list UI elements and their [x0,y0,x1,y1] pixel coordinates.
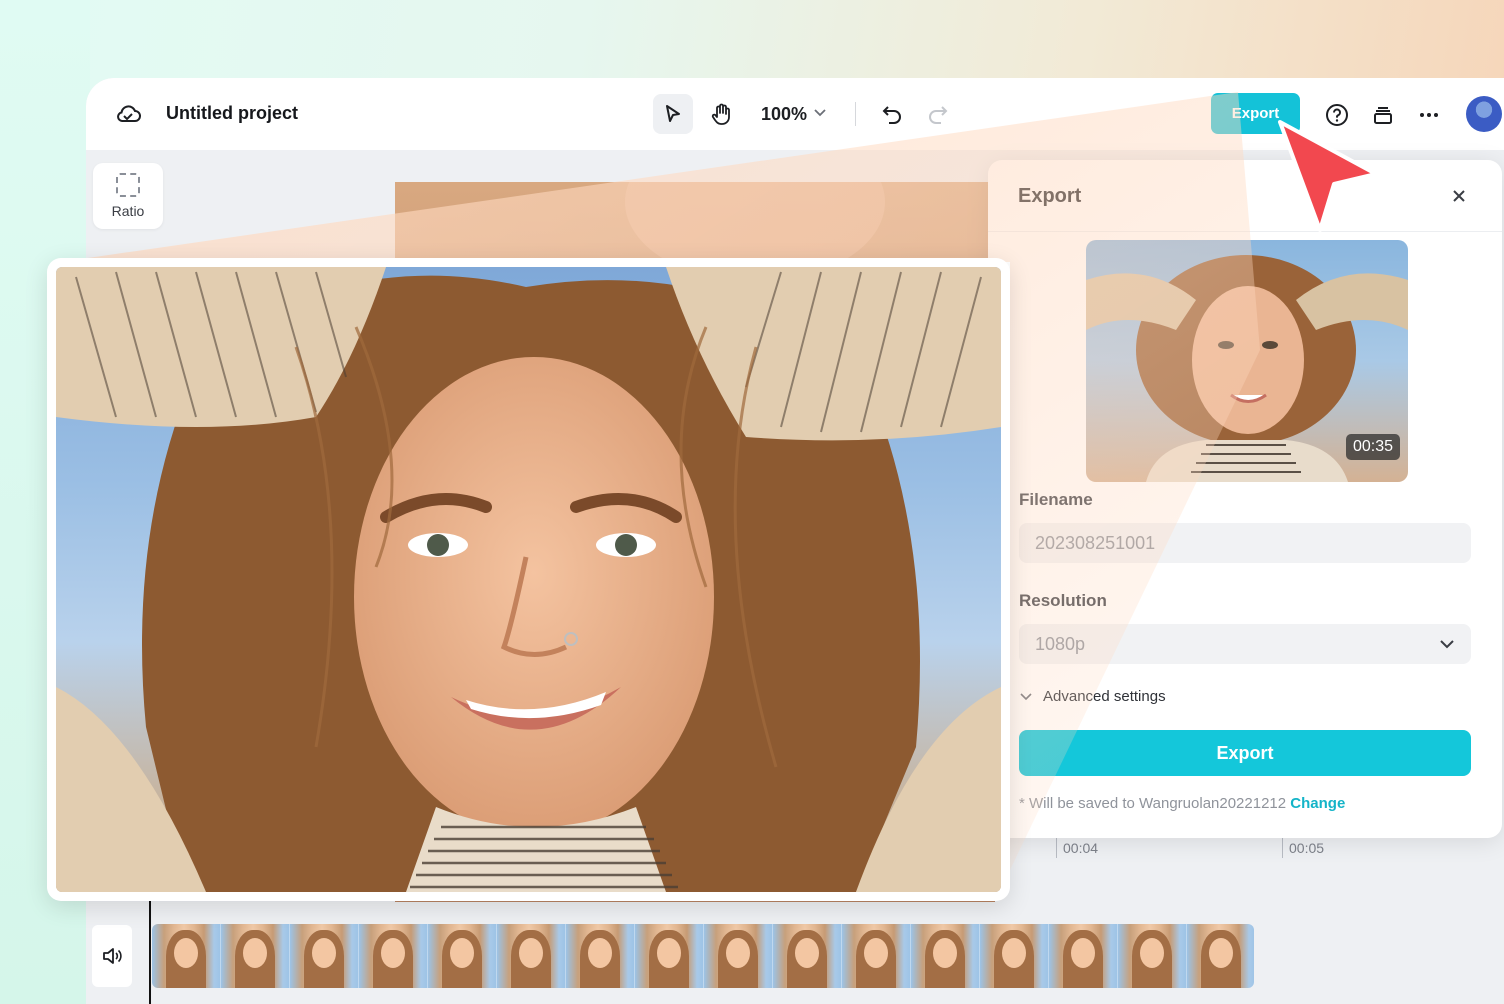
filename-label: Filename [1019,490,1093,509]
track-frame [1118,924,1187,988]
track-frame [1049,924,1118,988]
avatar[interactable] [1466,96,1502,132]
close-icon[interactable] [1448,185,1470,207]
ratio-icon [116,173,140,197]
track-frame [635,924,704,988]
ratio-label: Ratio [111,203,145,219]
track-frame [359,924,428,988]
hand-tool-button[interactable] [706,98,738,130]
project-title[interactable]: Untitled project [166,103,298,124]
portrait-illustration [56,267,1001,892]
resolution-select[interactable]: 1080p [1019,624,1471,664]
cursor-arrow-icon [666,105,680,122]
more-icon[interactable] [1416,102,1442,128]
track-frame [152,924,221,988]
chevron-down-icon[interactable] [813,105,827,119]
filename-field[interactable]: 202308251001 [1019,523,1471,563]
track-frame [221,924,290,988]
cloud-icon[interactable] [114,100,142,128]
select-tool-button[interactable] [653,94,693,134]
track-frame [773,924,842,988]
zoom-level[interactable]: 100% [761,104,807,125]
playhead[interactable] [149,900,151,1004]
video-track[interactable] [152,924,1254,988]
volume-icon [103,948,122,964]
advanced-settings-label: Advanced settings [1043,688,1166,705]
timeline-mark: 00:05 [1282,838,1324,858]
track-frame [566,924,635,988]
export-thumbnail: 00:35 [1086,240,1408,482]
track-frame [1187,924,1254,988]
export-panel-title: Export [1018,185,1082,207]
track-frame [428,924,497,988]
track-frame [704,924,773,988]
export-panel: Export 00:35 Filename 202308251001 Resol… [988,160,1502,838]
undo-icon[interactable] [880,102,904,126]
timeline-ruler: 00:04 00:05 [1046,838,1426,868]
track-frame [842,924,911,988]
preview-frame [47,258,1010,901]
hand-icon [711,103,730,125]
volume-button[interactable] [92,925,132,987]
save-location-note: * Will be saved to Wangruolan20221212 Ch… [1019,795,1345,812]
timeline-mark: 00:04 [1056,838,1098,858]
save-location-text: * Will be saved to Wangruolan20221212 [1019,795,1287,812]
export-confirm-button[interactable]: Export [1019,730,1471,776]
resolution-value: 1080p [1035,634,1086,654]
redo-icon[interactable] [926,102,950,126]
chevron-down-icon [1440,640,1454,649]
preview-image[interactable] [56,267,1001,892]
advanced-settings-toggle[interactable]: Advanced settings [1019,688,1166,705]
track-frame [980,924,1049,988]
panel-divider [988,231,1502,232]
track-frame [911,924,980,988]
ratio-button[interactable]: Ratio [93,163,163,229]
track-frame [290,924,359,988]
track-frame [497,924,566,988]
change-location-link[interactable]: Change [1290,795,1345,812]
chevron-down-icon [1020,692,1032,700]
resolution-label: Resolution [1019,591,1107,610]
toolbar-divider [855,102,856,126]
duration-badge: 00:35 [1345,434,1400,460]
cursor-pointer-icon [1278,120,1378,232]
